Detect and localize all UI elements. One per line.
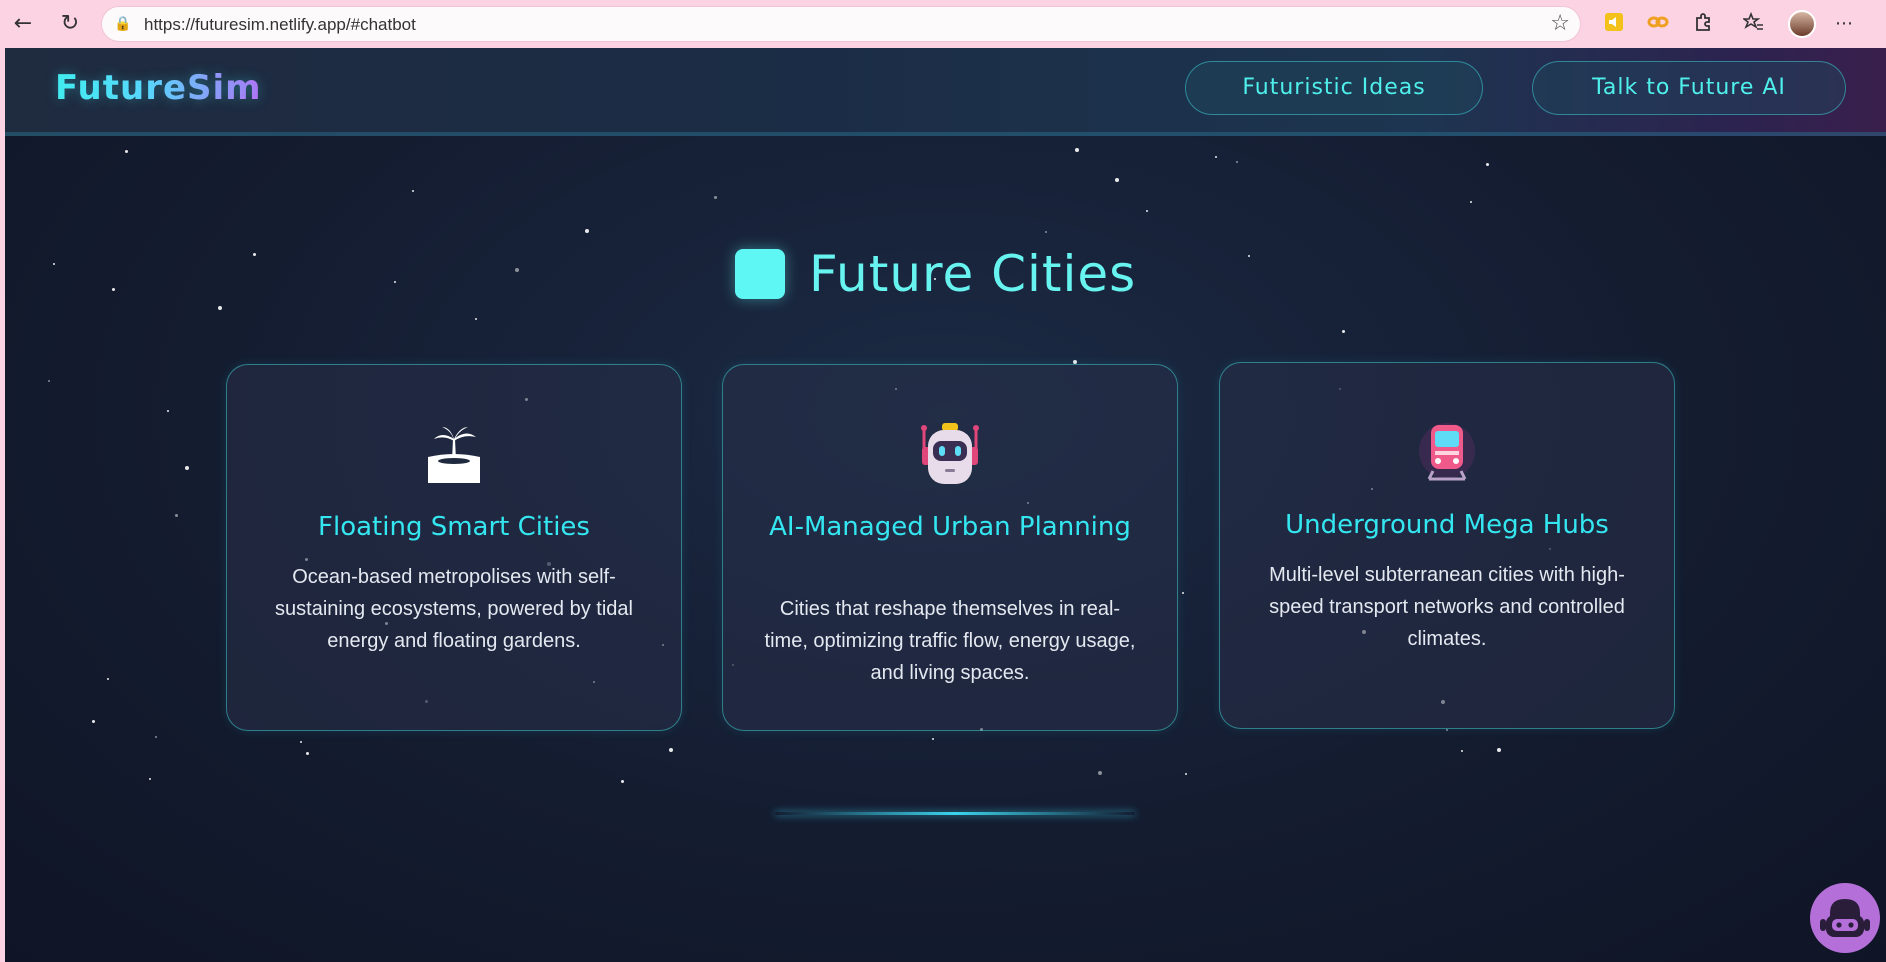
star-dot bbox=[1045, 231, 1047, 233]
star-dot bbox=[1182, 592, 1184, 594]
star-dot bbox=[1342, 330, 1345, 333]
star-dot bbox=[394, 281, 396, 283]
star-dot bbox=[515, 268, 519, 272]
star-dot bbox=[1248, 255, 1250, 257]
star-dot bbox=[1185, 773, 1187, 775]
section-title: Future Cities bbox=[809, 245, 1137, 303]
star-dot bbox=[1486, 163, 1489, 166]
chatbot-launcher-button[interactable] bbox=[1810, 883, 1880, 953]
star-dot bbox=[149, 778, 151, 780]
address-bar[interactable]: 🔒 https://futuresim.netlify.app/#chatbot… bbox=[101, 6, 1581, 42]
section-heading: Future Cities bbox=[735, 244, 1136, 304]
profile-avatar[interactable] bbox=[1788, 10, 1816, 38]
star-dot bbox=[669, 748, 673, 752]
star-dot bbox=[585, 229, 589, 233]
back-icon[interactable]: ← bbox=[10, 11, 36, 37]
star-dot bbox=[218, 306, 222, 310]
star-dot bbox=[1497, 748, 1501, 752]
star-dot bbox=[112, 288, 115, 291]
star-dot bbox=[621, 780, 624, 783]
card-underground-mega-hubs: Underground Mega Hubs Multi-level subter… bbox=[1219, 362, 1675, 729]
star-dot bbox=[253, 253, 256, 256]
section-divider bbox=[775, 812, 1135, 815]
card-description: Cities that reshape themselves in real-t… bbox=[764, 598, 1136, 684]
star-dot bbox=[412, 190, 414, 192]
star-dot bbox=[1075, 148, 1079, 152]
star-dot bbox=[185, 466, 189, 470]
nav-talk-to-future-ai-button[interactable]: Talk to Future AI bbox=[1532, 61, 1846, 115]
star-dot bbox=[1236, 161, 1238, 163]
card-title: Floating Smart Cities bbox=[318, 512, 590, 542]
card-description: Ocean-based metropolises with self-susta… bbox=[275, 566, 633, 652]
metro-train-icon bbox=[1415, 419, 1479, 483]
read-aloud-extension-icon[interactable] bbox=[1601, 11, 1627, 37]
city-square-icon bbox=[735, 249, 785, 299]
star-dot bbox=[175, 514, 178, 517]
chatbot-robot-icon bbox=[1820, 899, 1870, 937]
star-dot bbox=[1115, 178, 1119, 182]
robot-icon bbox=[918, 421, 982, 485]
star-dot bbox=[1098, 771, 1102, 775]
island-icon bbox=[422, 421, 486, 485]
card-title: Underground Mega Hubs bbox=[1285, 510, 1609, 540]
star-dot bbox=[1146, 210, 1148, 212]
page-viewport: FutureSim Futuristic Ideas Talk to Futur… bbox=[5, 48, 1886, 962]
extensions-puzzle-icon[interactable] bbox=[1691, 11, 1717, 37]
star-dot bbox=[475, 318, 477, 320]
lock-icon[interactable]: 🔒 bbox=[114, 15, 132, 33]
star-dot bbox=[92, 720, 95, 723]
star-dot bbox=[107, 678, 109, 680]
site-header: FutureSim Futuristic Ideas Talk to Futur… bbox=[5, 48, 1886, 136]
favorites-list-icon[interactable] bbox=[1741, 11, 1767, 37]
more-options-icon[interactable]: ⋯ bbox=[1831, 11, 1857, 37]
site-logo[interactable]: FutureSim bbox=[55, 68, 262, 108]
star-dot bbox=[1215, 156, 1217, 158]
favorite-star-icon[interactable]: ☆ bbox=[1550, 11, 1570, 37]
star-dot bbox=[1470, 201, 1472, 203]
star-dot bbox=[1446, 729, 1448, 731]
star-dot bbox=[125, 150, 128, 153]
url-text: https://futuresim.netlify.app/#chatbot bbox=[144, 15, 416, 34]
card-description: Multi-level subterranean cities with hig… bbox=[1269, 564, 1625, 650]
infinity-extension-icon[interactable] bbox=[1645, 11, 1671, 37]
reload-icon[interactable]: ↻ bbox=[57, 11, 83, 37]
star-dot bbox=[155, 736, 157, 738]
card-title: AI-Managed Urban Planning bbox=[769, 512, 1131, 542]
star-dot bbox=[306, 752, 309, 755]
card-floating-smart-cities: Floating Smart Cities Ocean-based metrop… bbox=[226, 364, 682, 731]
star-dot bbox=[167, 410, 169, 412]
star-dot bbox=[1461, 750, 1463, 752]
star-dot bbox=[932, 738, 934, 740]
star-dot bbox=[300, 741, 302, 743]
browser-toolbar: ← ↻ 🔒 https://futuresim.netlify.app/#cha… bbox=[0, 0, 1886, 48]
nav-futuristic-ideas-button[interactable]: Futuristic Ideas bbox=[1185, 61, 1483, 115]
star-dot bbox=[48, 380, 50, 382]
star-dot bbox=[714, 196, 717, 199]
card-ai-managed-urban-planning: AI-Managed Urban Planning Cities that re… bbox=[722, 364, 1178, 731]
star-dot bbox=[53, 263, 55, 265]
